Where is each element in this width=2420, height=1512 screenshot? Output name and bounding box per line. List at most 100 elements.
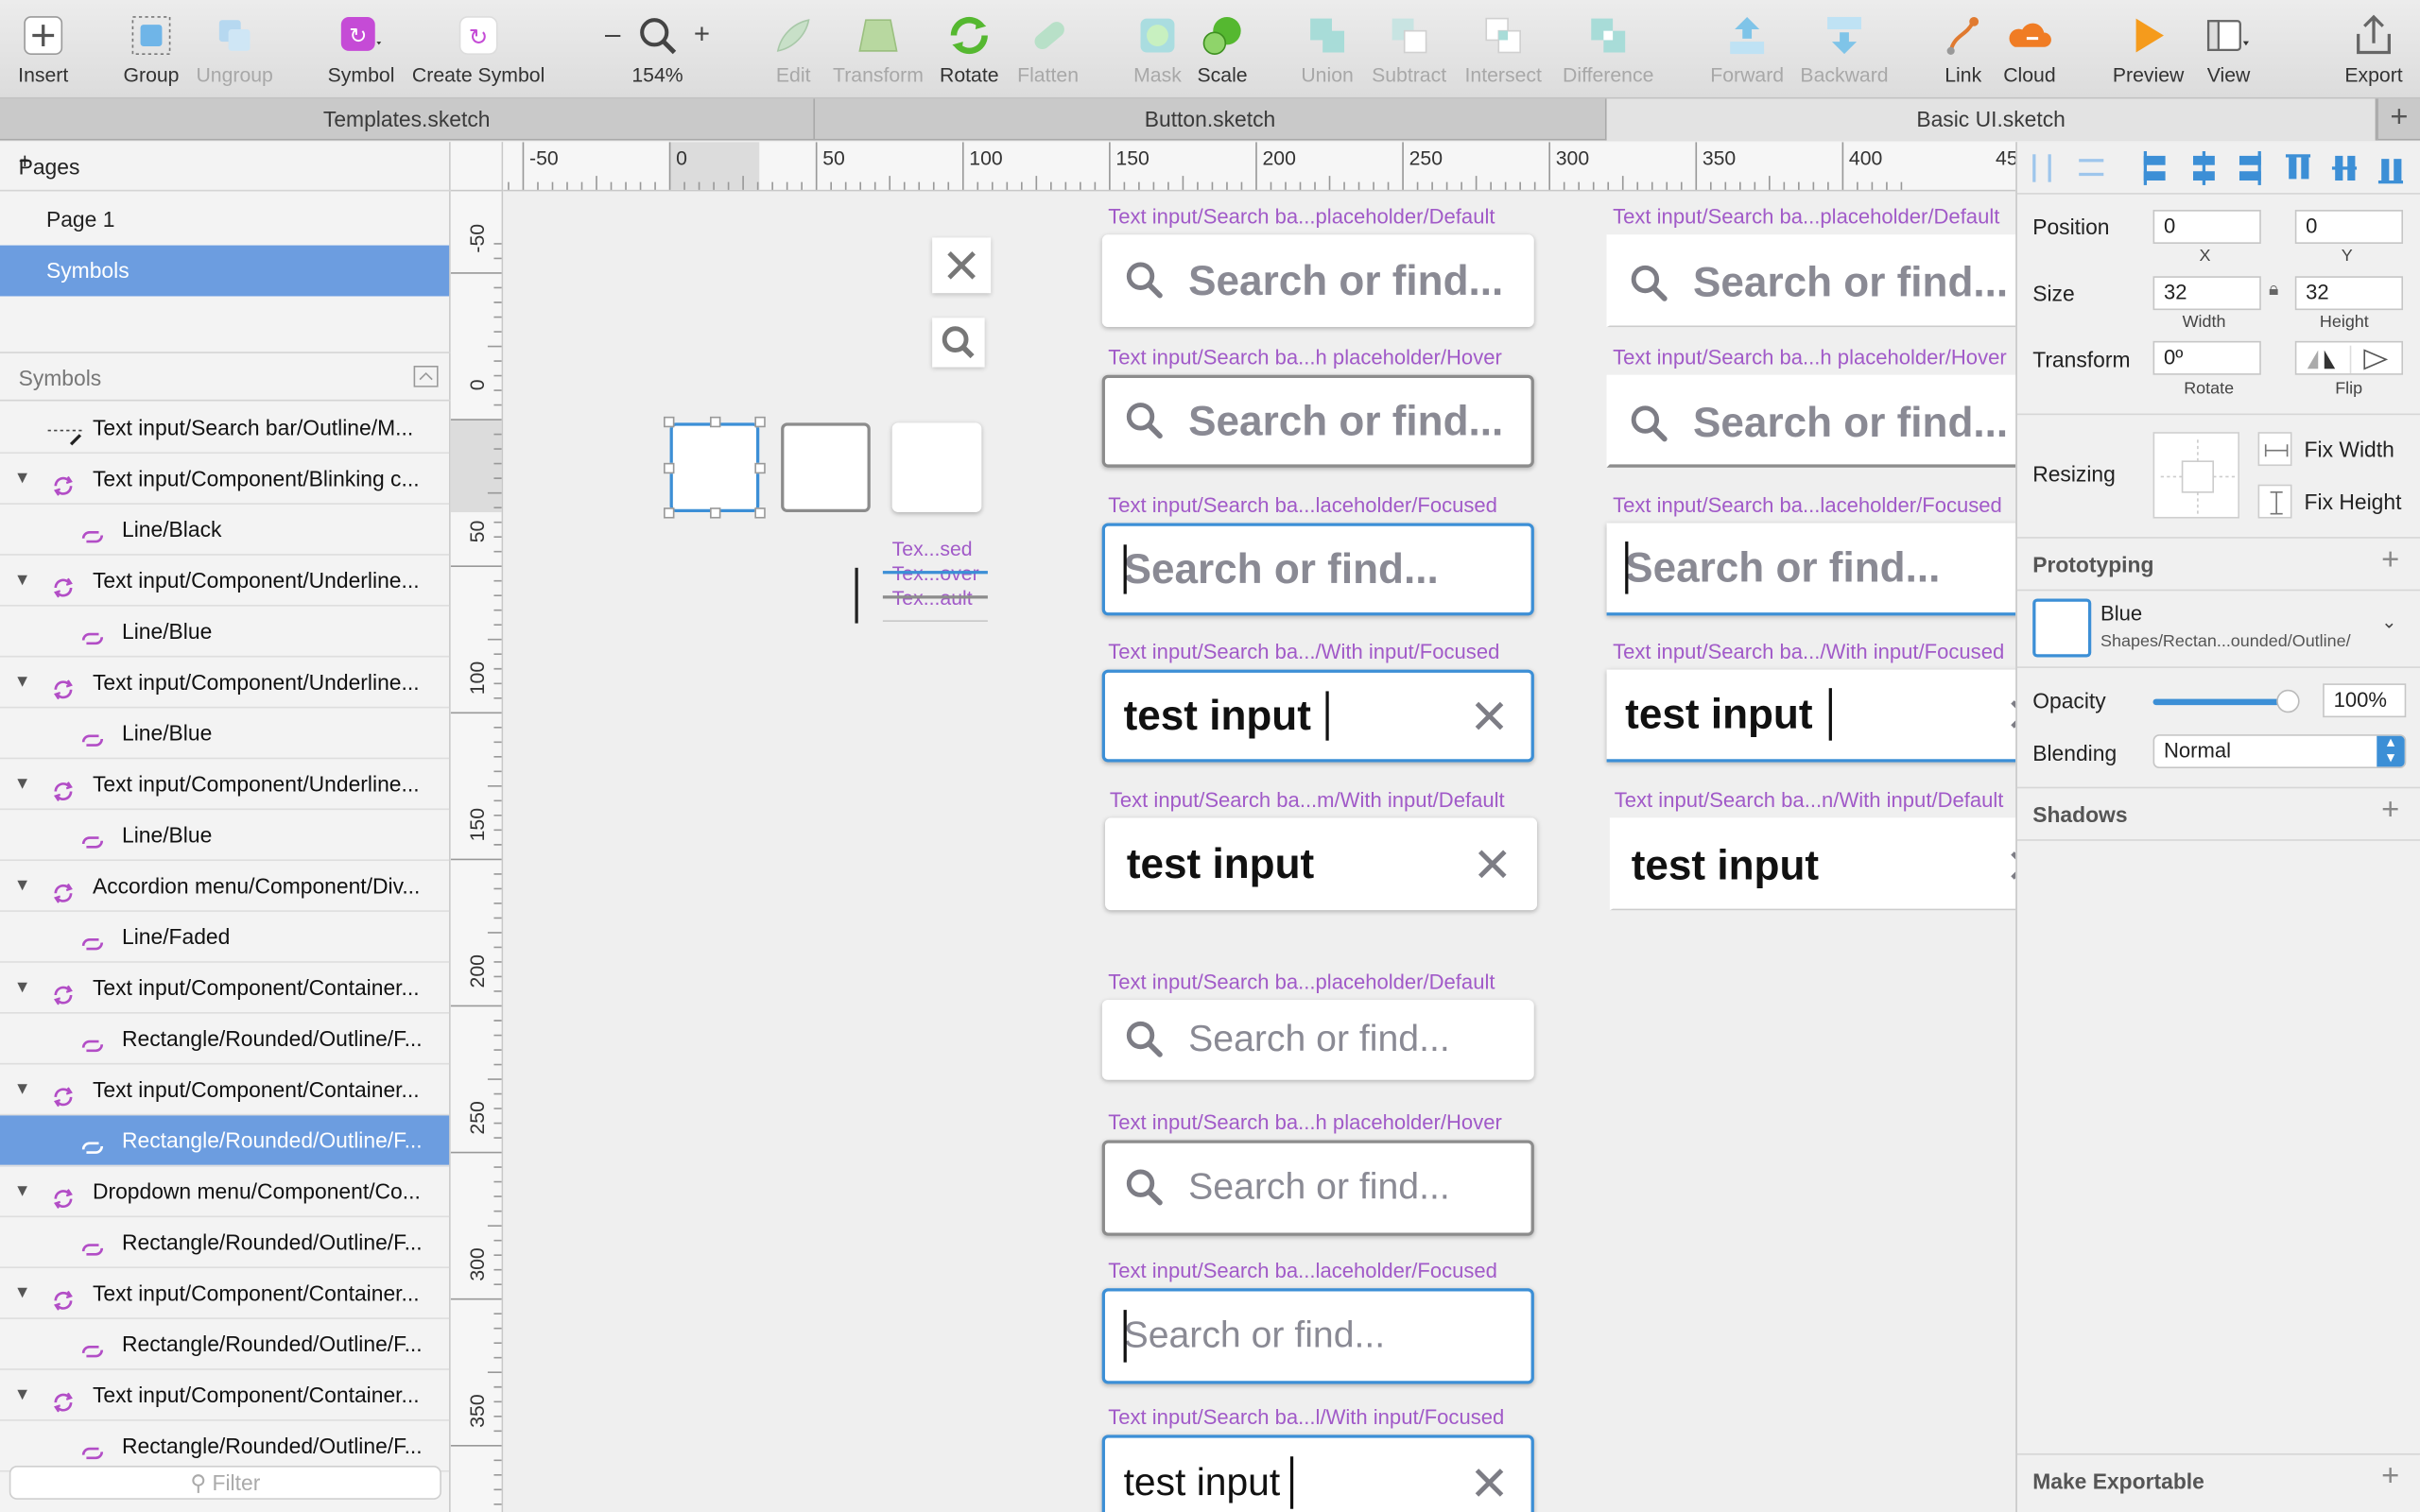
search-field-hover[interactable]: Search or find... bbox=[1101, 374, 1534, 468]
add-shadow-icon[interactable]: + bbox=[2381, 793, 2399, 829]
opacity-slider-knob[interactable] bbox=[2276, 689, 2300, 713]
difference-button[interactable]: Difference bbox=[1556, 0, 1661, 98]
make-exportable-label[interactable]: Make Exportable bbox=[2032, 1469, 2204, 1493]
height-field[interactable]: 32 bbox=[2294, 276, 2404, 311]
underline-search-field-focus[interactable]: Search or find... bbox=[1606, 523, 2016, 616]
insert-button[interactable]: Insert bbox=[12, 0, 74, 98]
disclosure-triangle-icon[interactable]: ▼ bbox=[14, 861, 31, 910]
add-page-icon[interactable]: + bbox=[19, 148, 436, 173]
x-field[interactable]: 0 bbox=[2152, 210, 2261, 244]
artboard-label[interactable]: Text input/Search ba...placeholder/Defau… bbox=[1108, 971, 1495, 993]
layer-item[interactable]: ▼ Text input/Component/Underline... bbox=[0, 556, 450, 607]
style-preview-swatch[interactable] bbox=[2032, 598, 2092, 658]
disclosure-triangle-icon[interactable]: ▼ bbox=[14, 759, 31, 808]
search-field-focus[interactable]: Search or find... bbox=[1101, 523, 1534, 616]
rotate-field[interactable]: 0º bbox=[2152, 340, 2261, 375]
layer-item[interactable]: Rectangle/Rounded/Outline/F... bbox=[0, 1319, 450, 1370]
close-icon-symbol[interactable] bbox=[932, 237, 992, 294]
underline-default-symbol[interactable] bbox=[882, 620, 988, 622]
container-hover-symbol[interactable] bbox=[781, 422, 871, 513]
rotate-button[interactable]: Rotate bbox=[935, 0, 1003, 98]
search-field-default[interactable]: Search or find... bbox=[1101, 234, 1534, 328]
subtract-button[interactable]: Subtract bbox=[1368, 0, 1451, 98]
export-button[interactable]: Export bbox=[2340, 0, 2408, 98]
scale-button[interactable]: Scale bbox=[1191, 0, 1253, 98]
y-field[interactable]: 0 bbox=[2294, 210, 2404, 244]
artboard-label[interactable]: Text input/Search ba...placeholder/Defau… bbox=[1108, 205, 1495, 228]
add-prototyping-icon[interactable]: + bbox=[2381, 543, 2399, 579]
zoom-in-button[interactable]: + bbox=[694, 19, 710, 51]
add-export-icon[interactable]: + bbox=[2381, 1459, 2399, 1495]
underline-search-field-hover[interactable]: Search or find... bbox=[1606, 374, 2016, 468]
disclosure-triangle-icon[interactable]: ▼ bbox=[14, 454, 31, 503]
page-item-symbols[interactable]: Symbols bbox=[0, 245, 450, 297]
link-button[interactable]: Link bbox=[1939, 0, 1988, 98]
underline-search-field-default[interactable]: test input bbox=[1609, 817, 2016, 911]
artboard-label[interactable]: Text input/Search ba...laceholder/Focuse… bbox=[1108, 493, 1497, 516]
collapse-icon[interactable] bbox=[413, 365, 439, 387]
vertical-ruler[interactable]: -50 0 50 100 150 200 250 300 350 bbox=[450, 191, 504, 1512]
layer-item[interactable]: ▼ Text input/Component/Container... bbox=[0, 1065, 450, 1116]
clear-icon[interactable] bbox=[1473, 844, 1512, 892]
blinking-caret-symbol[interactable] bbox=[855, 567, 858, 624]
artboard-label[interactable]: Text input/Search ba.../With input/Focus… bbox=[1108, 641, 1499, 663]
search-field-focus[interactable]: test input bbox=[1101, 669, 1534, 763]
tab-templates[interactable]: Templates.sketch bbox=[0, 98, 816, 141]
fix-width-icon[interactable] bbox=[2257, 432, 2292, 467]
artboard-label[interactable]: Text input/Search ba...laceholder/Focuse… bbox=[1108, 1259, 1497, 1281]
fix-height-icon[interactable] bbox=[2257, 484, 2292, 519]
lock-icon[interactable]: 🔒︎ bbox=[2269, 278, 2278, 301]
zoom-out-button[interactable]: – bbox=[605, 19, 620, 51]
artboard-label[interactable]: Text input/Search ba...m/With input/Defa… bbox=[1110, 788, 1505, 811]
disclosure-triangle-icon[interactable]: ▼ bbox=[14, 1065, 31, 1114]
layer-item[interactable]: ▼ Text input/Component/Underline... bbox=[0, 658, 450, 709]
opacity-slider[interactable] bbox=[2152, 689, 2300, 713]
clear-icon[interactable] bbox=[2005, 695, 2016, 743]
resizing-widget[interactable] bbox=[2152, 432, 2239, 519]
layer-item[interactable]: Rectangle/Rounded/Outline/F... bbox=[0, 1421, 450, 1472]
disclosure-triangle-icon[interactable]: ▼ bbox=[14, 963, 31, 1012]
preview-button[interactable]: Preview bbox=[2108, 0, 2188, 98]
group-button[interactable]: Group bbox=[120, 0, 182, 98]
blending-select[interactable]: Normal ▴ ▾ bbox=[2152, 734, 2407, 769]
layer-item[interactable]: ▼ Text input/Component/Underline... bbox=[0, 759, 450, 811]
width-field[interactable]: 32 bbox=[2152, 276, 2261, 311]
artboard-label[interactable]: Text input/Search ba...h placeholder/Hov… bbox=[1108, 1111, 1502, 1134]
ungroup-button[interactable]: Ungroup bbox=[196, 0, 273, 98]
transform-button[interactable]: Transform bbox=[830, 0, 925, 98]
zoom-control[interactable]: – + 154% bbox=[602, 0, 714, 98]
layer-item[interactable]: Rectangle/Rounded/Outline/F... bbox=[0, 1014, 450, 1065]
artboard-label[interactable]: Text input/Search ba...h placeholder/Hov… bbox=[1108, 346, 1502, 369]
search-field-focus[interactable]: Search or find... bbox=[1101, 1288, 1534, 1384]
horizontal-ruler[interactable]: -50 0 50 100 150 200 250 300 350 400 45 bbox=[503, 142, 2016, 192]
layer-item[interactable]: Line/Black bbox=[0, 505, 450, 556]
disclosure-triangle-icon[interactable]: ▼ bbox=[14, 556, 31, 605]
intersect-button[interactable]: Intersect bbox=[1460, 0, 1546, 98]
edit-button[interactable]: Edit bbox=[766, 0, 821, 98]
layer-item[interactable]: ▼ Text input/Component/Blinking c... bbox=[0, 454, 450, 505]
artboard-label[interactable]: Text input/Search ba...laceholder/Focuse… bbox=[1613, 493, 2002, 516]
disclosure-triangle-icon[interactable]: ▼ bbox=[14, 1268, 31, 1317]
tab-basic-ui[interactable]: Basic UI.sketch bbox=[1606, 98, 2377, 141]
search-field-focus[interactable]: test input bbox=[1101, 1435, 1534, 1512]
artboard-label[interactable]: Text input/Search ba...n/With input/Defa… bbox=[1615, 788, 2004, 811]
layer-item[interactable]: Line/Faded bbox=[0, 912, 450, 963]
union-button[interactable]: Union bbox=[1296, 0, 1357, 98]
create-symbol-button[interactable]: ↻ Create Symbol bbox=[410, 0, 546, 98]
search-icon-symbol[interactable] bbox=[932, 318, 985, 368]
tab-button[interactable]: Button.sketch bbox=[815, 98, 1607, 141]
layer-item[interactable]: ▼ Text input/Component/Container... bbox=[0, 963, 450, 1014]
backward-button[interactable]: Backward bbox=[1796, 0, 1892, 98]
opacity-field[interactable]: 100% bbox=[2323, 683, 2407, 718]
search-field-hover[interactable]: Search or find... bbox=[1101, 1140, 1534, 1236]
view-button[interactable]: View bbox=[2198, 0, 2259, 98]
flatten-button[interactable]: Flatten bbox=[1012, 0, 1083, 98]
clear-icon[interactable] bbox=[2005, 846, 2016, 894]
underline-focused-symbol[interactable] bbox=[882, 571, 988, 575]
chevron-down-icon[interactable]: ⌄ bbox=[2381, 611, 2396, 633]
artboard-label[interactable]: Text input/Search ba.../With input/Focus… bbox=[1613, 641, 2004, 663]
mask-button[interactable]: Mask bbox=[1127, 0, 1188, 98]
layer-item[interactable]: Rectangle/Rounded/Outline/F... bbox=[0, 1115, 450, 1167]
layer-item[interactable]: Line/Blue bbox=[0, 708, 450, 760]
layer-item[interactable]: Line/Blue bbox=[0, 810, 450, 862]
